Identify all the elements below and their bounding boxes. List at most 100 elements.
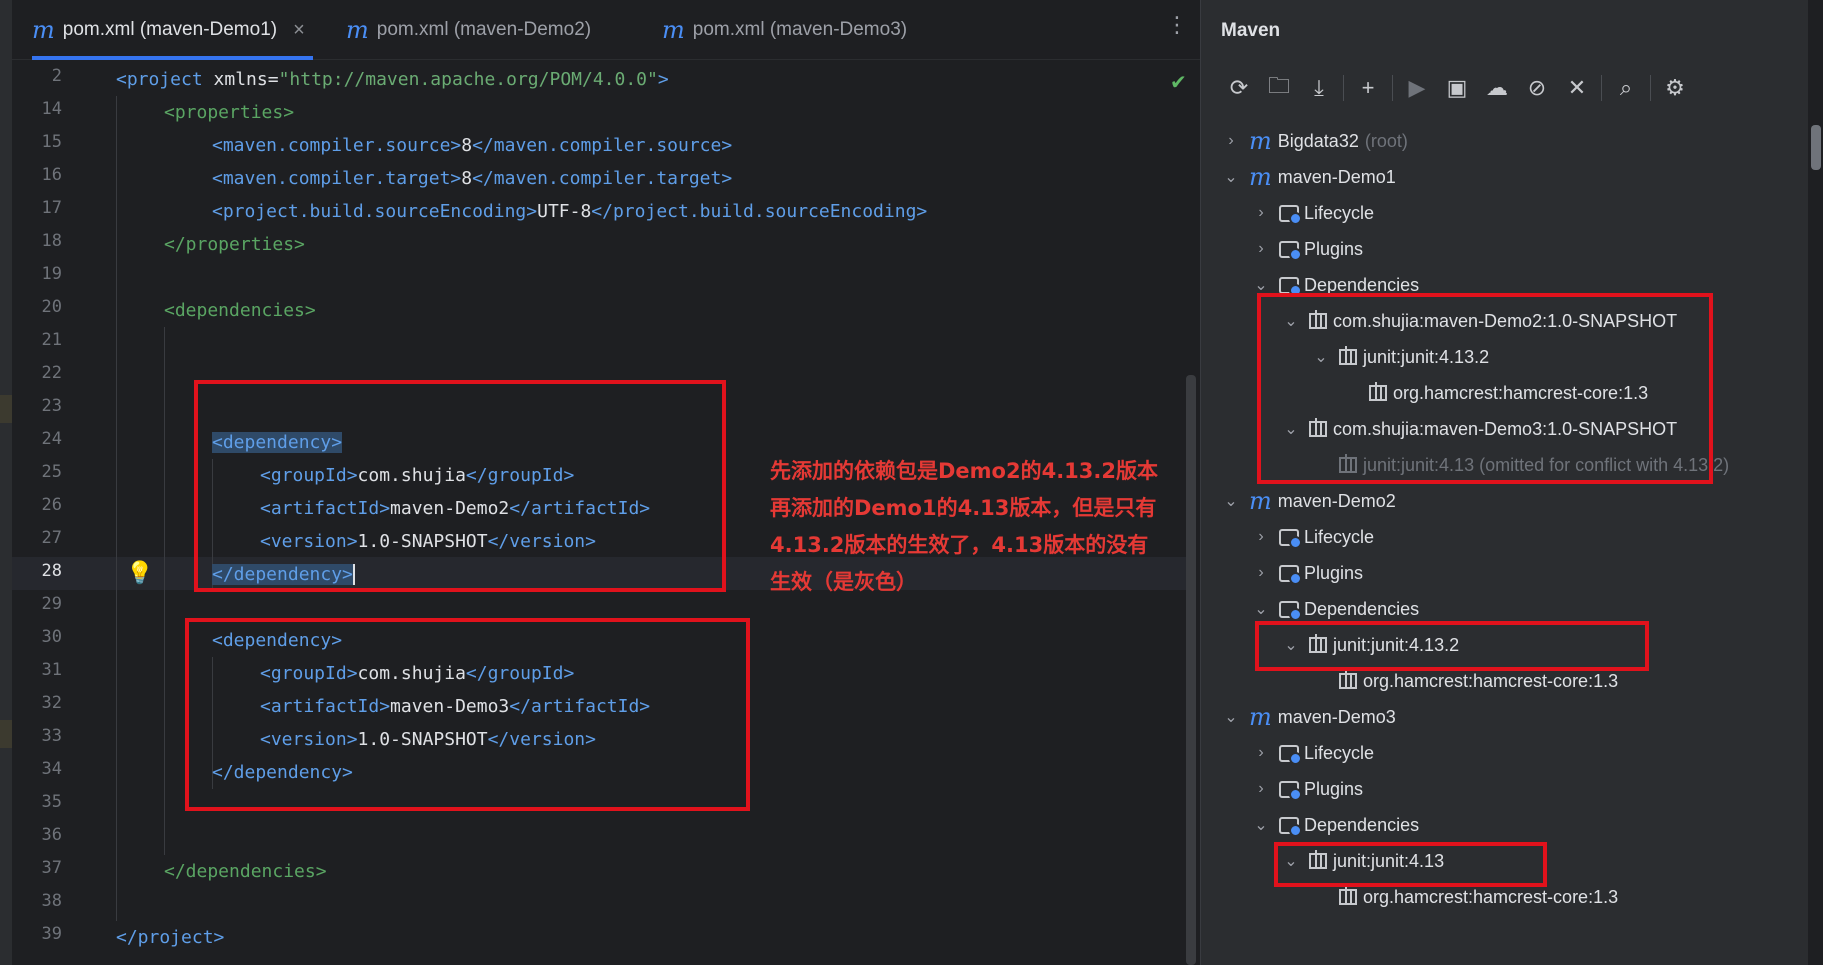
tree-item-label: Plugins — [1304, 238, 1364, 259]
line-number: 36 — [41, 825, 62, 845]
annotation-line: 生效（是灰色） — [770, 570, 917, 594]
tab-pom-demo3[interactable]: m pom.xml (maven-Demo3) — [662, 0, 907, 60]
xml-tag: > — [657, 69, 669, 90]
line-number: 14 — [41, 99, 62, 119]
code-line: <project.build.sourceEncoding>UTF-8</pro… — [212, 195, 927, 228]
tree-item-lifecycle[interactable]: › Lifecycle — [1253, 736, 1374, 770]
chevron-right-icon[interactable]: › — [1253, 204, 1269, 222]
line-number: 24 — [41, 429, 62, 449]
right-tool-strip — [1808, 0, 1823, 965]
code-line: <maven.compiler.target>8</maven.compiler… — [212, 162, 732, 195]
close-icon[interactable]: × — [293, 19, 305, 42]
tree-item-bigdata32[interactable]: › m Bigdata32 (root) — [1223, 124, 1408, 158]
chevron-right-icon[interactable]: › — [1253, 528, 1269, 546]
xml-tag: <project — [116, 69, 203, 90]
annotation-note: 先添加的依赖包是Demo2的4.13.2版本 再添加的Demo1的4.13版本，… — [770, 453, 1190, 601]
chevron-right-icon[interactable]: › — [1253, 564, 1269, 582]
library-icon — [1339, 886, 1357, 905]
download-icon[interactable]: ⤓ — [1299, 70, 1339, 106]
xml-tag: </maven.compiler.target> — [472, 168, 733, 189]
tab-label: pom.xml (maven-Demo1) — [62, 19, 278, 40]
skip-tests-icon[interactable]: ⊘ — [1517, 70, 1557, 106]
chevron-down-icon[interactable]: ⌄ — [1223, 707, 1239, 727]
tree-item-plugins[interactable]: › Plugins — [1253, 232, 1363, 266]
tree-item-label: org.hamcrest:hamcrest-core:1.3 — [1363, 886, 1619, 907]
line-number: 30 — [41, 627, 62, 647]
annotation-box-dependency-demo2 — [194, 380, 726, 592]
line-number: 2 — [51, 66, 62, 86]
code-line: </project> — [116, 921, 224, 954]
add-icon[interactable]: + — [1348, 70, 1388, 106]
line-number: 26 — [41, 495, 62, 515]
chevron-right-icon[interactable]: › — [1223, 132, 1239, 150]
code-line: </properties> — [164, 228, 305, 261]
chevron-down-icon[interactable]: ⌄ — [1253, 275, 1269, 295]
line-number: 32 — [41, 693, 62, 713]
folder-library-icon — [1279, 600, 1302, 621]
tree-item-plugins[interactable]: › Plugins — [1253, 556, 1363, 590]
tab-pom-demo1[interactable]: m pom.xml (maven-Demo1) × — [32, 0, 313, 60]
tree-item-dependencies[interactable]: ⌄ Dependencies — [1253, 808, 1419, 842]
chevron-down-icon[interactable]: ⌄ — [1253, 815, 1269, 835]
settings-icon[interactable]: ⚙ — [1655, 70, 1695, 106]
line-number: 15 — [41, 132, 62, 152]
line-number: 33 — [41, 726, 62, 746]
chevron-right-icon[interactable]: › — [1253, 240, 1269, 258]
line-number: 23 — [41, 396, 62, 416]
chevron-down-icon[interactable]: ⌄ — [1223, 491, 1239, 511]
analyze-dependencies-icon[interactable]: ⌕ — [1606, 70, 1646, 106]
tree-item-label: maven-Demo1 — [1277, 166, 1396, 187]
line-number: 38 — [41, 891, 62, 911]
chevron-down-icon[interactable]: ⌄ — [1223, 167, 1239, 187]
tab-pom-demo2[interactable]: m pom.xml (maven-Demo2) — [346, 0, 591, 60]
line-number: 16 — [41, 165, 62, 185]
line-number-current: 28 — [41, 561, 62, 581]
xml-tag: <maven.compiler.target> — [212, 168, 462, 189]
maven-file-icon: m — [662, 16, 685, 44]
tree-item-lifecycle[interactable]: › Lifecycle — [1253, 520, 1374, 554]
tree-item-plugins[interactable]: › Plugins — [1253, 772, 1363, 806]
offline-mode-icon[interactable]: ☁ — [1477, 70, 1517, 106]
chevron-down-icon[interactable]: ⌄ — [1253, 599, 1269, 619]
tree-item-label: Bigdata32 — [1277, 130, 1359, 151]
folder-settings-icon — [1279, 528, 1302, 549]
change-marker — [0, 720, 12, 748]
code-line: <properties> — [164, 96, 294, 129]
annotation-box-demo2-junit — [1255, 621, 1649, 671]
code-line: <dependencies> — [164, 294, 316, 327]
tree-item-maven-demo1[interactable]: ⌄ m maven-Demo1 — [1223, 160, 1396, 194]
folder-library-icon — [1279, 276, 1302, 297]
xml-tag: </dependencies> — [164, 861, 327, 882]
chevron-right-icon[interactable]: › — [1253, 744, 1269, 762]
toolbar-separator — [1650, 75, 1651, 101]
collapse-all-icon[interactable]: ✕ — [1557, 70, 1597, 106]
code-editor[interactable]: m pom.xml (maven-Demo1) × m pom.xml (mav… — [0, 0, 1200, 965]
execute-goal-icon[interactable]: ▣ — [1437, 70, 1477, 106]
line-number: 21 — [41, 330, 62, 350]
annotation-line: 再添加的Demo1的4.13版本，但是只有 — [770, 496, 1157, 520]
line-number: 27 — [41, 528, 62, 548]
tab-label: pom.xml (maven-Demo2) — [376, 19, 592, 40]
more-options-icon[interactable]: ⋮ — [1166, 14, 1188, 36]
line-number: 25 — [41, 462, 62, 482]
tree-item-maven-demo2[interactable]: ⌄ m maven-Demo2 — [1223, 484, 1396, 518]
tree-item-lifecycle[interactable]: › Lifecycle — [1253, 196, 1374, 230]
tree-item-label: Plugins — [1304, 562, 1364, 583]
chevron-right-icon[interactable]: › — [1253, 780, 1269, 798]
tree-item-maven-demo3[interactable]: ⌄ m maven-Demo3 — [1223, 700, 1396, 734]
line-number-gutter: 2 14 15 16 17 18 19 20 21 22 23 24 25 26… — [12, 63, 116, 965]
reload-folder-icon[interactable]: 🗀 — [1259, 70, 1299, 106]
editor-tab-bar: m pom.xml (maven-Demo1) × m pom.xml (mav… — [12, 0, 1200, 60]
xml-text: 8 — [461, 168, 473, 189]
xml-string: "http://maven.apache.org/POM/4.0.0" — [278, 69, 658, 90]
xml-tag: </properties> — [164, 234, 305, 255]
library-icon — [1339, 670, 1357, 689]
tab-label: pom.xml (maven-Demo3) — [692, 19, 908, 40]
tool-strip-handle[interactable] — [1811, 125, 1821, 170]
indent-guide — [164, 327, 165, 855]
line-number: 18 — [41, 231, 62, 251]
reload-icon[interactable]: ⟳ — [1219, 70, 1259, 106]
run-icon[interactable]: ▶ — [1397, 70, 1437, 106]
code-line: </dependencies> — [164, 855, 327, 888]
maven-module-icon: m — [1249, 487, 1272, 515]
